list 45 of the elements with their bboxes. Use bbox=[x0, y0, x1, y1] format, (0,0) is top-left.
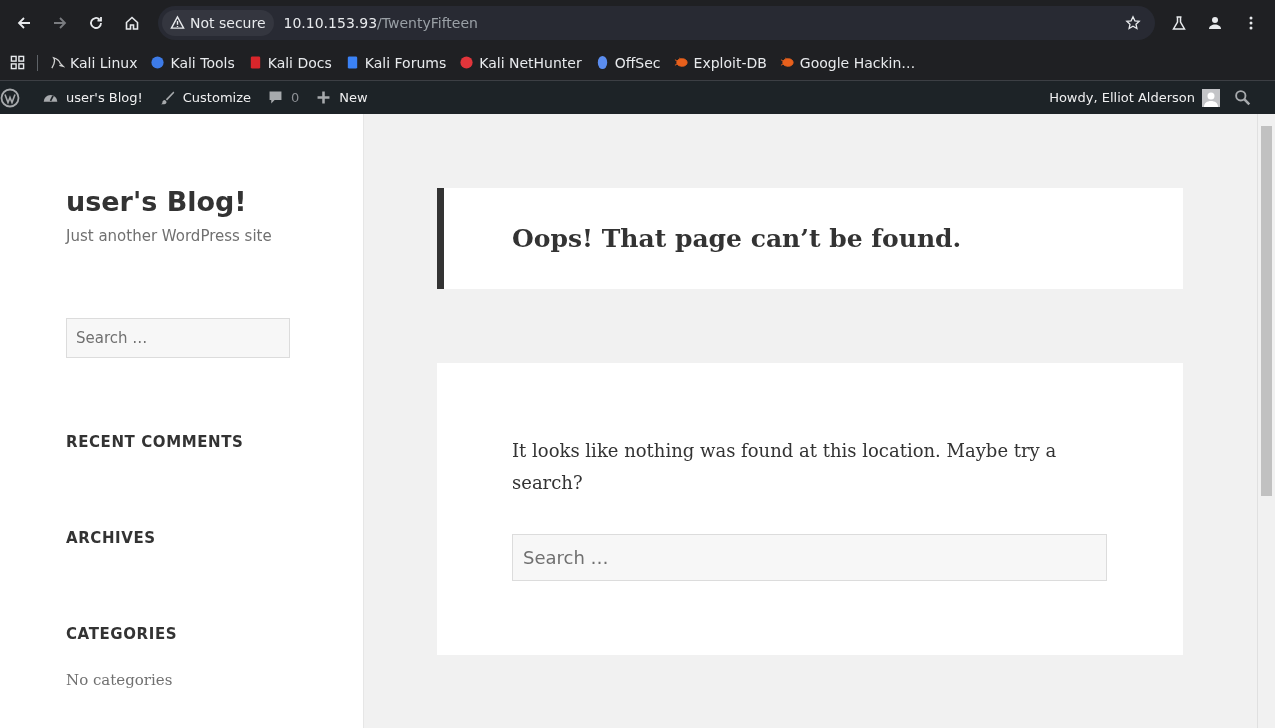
avatar-icon bbox=[1202, 88, 1220, 107]
customize-link[interactable]: Customize bbox=[150, 89, 260, 106]
search-icon[interactable] bbox=[1234, 89, 1251, 106]
search-field[interactable]: Search … bbox=[66, 318, 290, 358]
forward-icon[interactable] bbox=[52, 14, 68, 31]
security-chip[interactable]: Not secure bbox=[162, 9, 274, 36]
warning-icon bbox=[170, 15, 185, 30]
site-tagline: Just another WordPress site bbox=[66, 227, 273, 245]
search-field[interactable]: Search … bbox=[512, 534, 1107, 581]
apps-grid-icon[interactable] bbox=[10, 55, 25, 70]
bookmark[interactable]: Kali Tools bbox=[150, 54, 235, 71]
new-link[interactable]: New bbox=[307, 89, 376, 106]
bookmark[interactable]: Kali Docs bbox=[247, 54, 332, 71]
address-bar[interactable]: Not secure 10.10.153.93/TwentyFifteen bbox=[158, 5, 1155, 40]
scrollbar-thumb[interactable] bbox=[1261, 126, 1272, 496]
widget-title: RECENT COMMENTS bbox=[66, 433, 245, 451]
bookmark[interactable]: Kali NetHunter bbox=[459, 54, 582, 71]
site-title[interactable]: user's Blog! bbox=[66, 186, 363, 217]
home-icon[interactable] bbox=[124, 14, 140, 31]
bookmark[interactable]: Google Hackin… bbox=[779, 54, 916, 71]
page-heading: Oops! That page can’t be found. bbox=[512, 224, 963, 253]
wordpress-logo-icon[interactable] bbox=[0, 87, 20, 108]
bookmark[interactable]: Exploit-DB bbox=[673, 54, 767, 71]
scrollbar[interactable] bbox=[1257, 114, 1275, 728]
url-text: 10.10.153.93/TwentyFifteen bbox=[283, 14, 479, 31]
site-name-link[interactable]: user's Blog! bbox=[34, 89, 151, 106]
flask-icon[interactable] bbox=[1171, 14, 1187, 31]
bug-icon bbox=[779, 55, 795, 70]
account-link[interactable]: Howdy, Elliot Alderson bbox=[1041, 88, 1228, 107]
widget-title: ARCHIVES bbox=[66, 529, 157, 547]
widget-title: CATEGORIES bbox=[66, 625, 179, 643]
widget-text: No categories bbox=[66, 671, 174, 689]
bookmark[interactable]: Kali Forums bbox=[344, 54, 447, 71]
bug-icon bbox=[673, 55, 689, 70]
bookmark[interactable]: Kali Linux bbox=[50, 54, 138, 71]
star-icon[interactable] bbox=[1125, 14, 1141, 31]
bookmark-favicon-icon bbox=[150, 55, 166, 70]
bookmark-favicon-icon bbox=[50, 55, 65, 70]
not-found-message: It looks like nothing was found at this location. Maybe try a search? bbox=[512, 439, 1058, 495]
bookmark[interactable]: OffSec bbox=[594, 54, 661, 71]
reload-icon[interactable] bbox=[88, 14, 104, 31]
back-icon[interactable] bbox=[16, 14, 32, 31]
profile-icon[interactable] bbox=[1207, 14, 1223, 31]
comments-link[interactable]: 0 bbox=[259, 89, 308, 106]
bookmark-favicon-icon bbox=[459, 55, 475, 70]
